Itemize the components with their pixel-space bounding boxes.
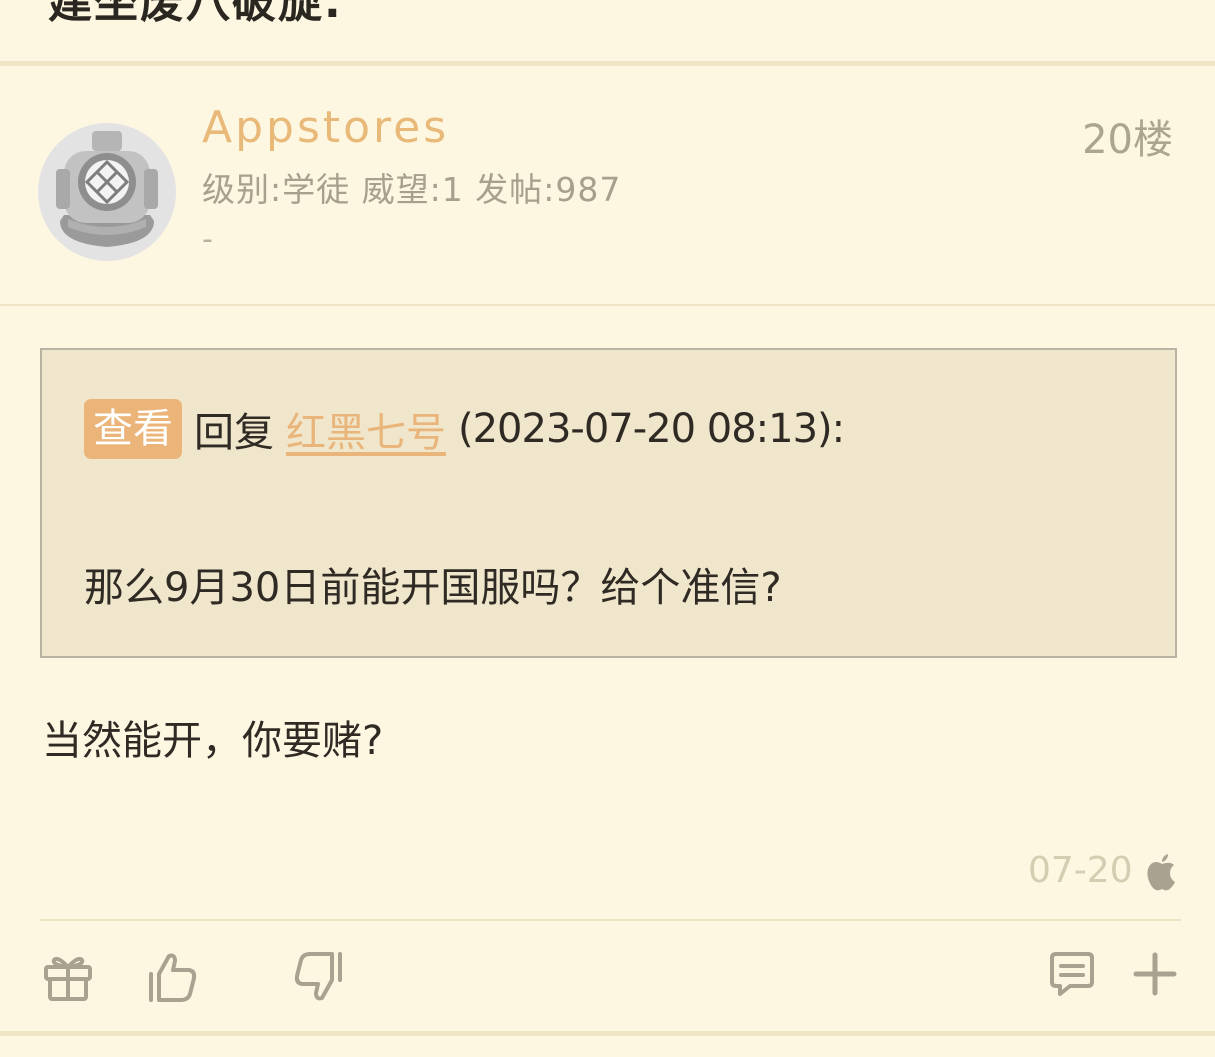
author-name[interactable]: Appstores [202,102,449,153]
quote-block: 查看 回复 红黑七号 (2023-07-20 08:13): 那么9月30日前能… [40,348,1177,658]
thumbs-up-icon[interactable] [145,948,201,1006]
comment-icon[interactable] [1044,948,1100,1006]
reply-timestamp: (2023-07-20 08:13): [458,406,845,452]
floor-number: 20楼 [1082,117,1173,163]
previous-post-title: 建坐废八破旋. [48,0,343,28]
post-divider-top [0,61,1215,66]
avatar[interactable] [38,123,176,261]
post-date: 07-20 [1028,850,1133,891]
thread-page: 建坐废八破旋. Appstores 级别:学徒 威望:1 发帖:987 - 20… [0,0,1215,1057]
reply-user-link[interactable]: 红黑七号 [286,400,446,458]
view-quote-button[interactable]: 查看 [84,399,182,459]
apple-icon [1147,854,1175,891]
gift-icon[interactable] [40,948,96,1006]
reply-label: 回复 [194,410,274,456]
thumbs-down-icon[interactable] [290,948,346,1006]
quote-header: 查看 回复 红黑七号 (2023-07-20 08:13): [84,396,845,462]
post-body: 当然能开，你要赌? [42,718,384,764]
quote-text: 那么9月30日前能开国服吗？给个准信? [84,565,782,611]
actions-divider [40,919,1181,921]
author-signature: - [202,222,213,257]
plus-icon[interactable] [1127,948,1183,1006]
diving-helmet-icon [38,123,176,261]
header-divider [0,304,1215,306]
author-meta: 级别:学徒 威望:1 发帖:987 [202,170,622,209]
post-divider-bottom [0,1031,1215,1036]
